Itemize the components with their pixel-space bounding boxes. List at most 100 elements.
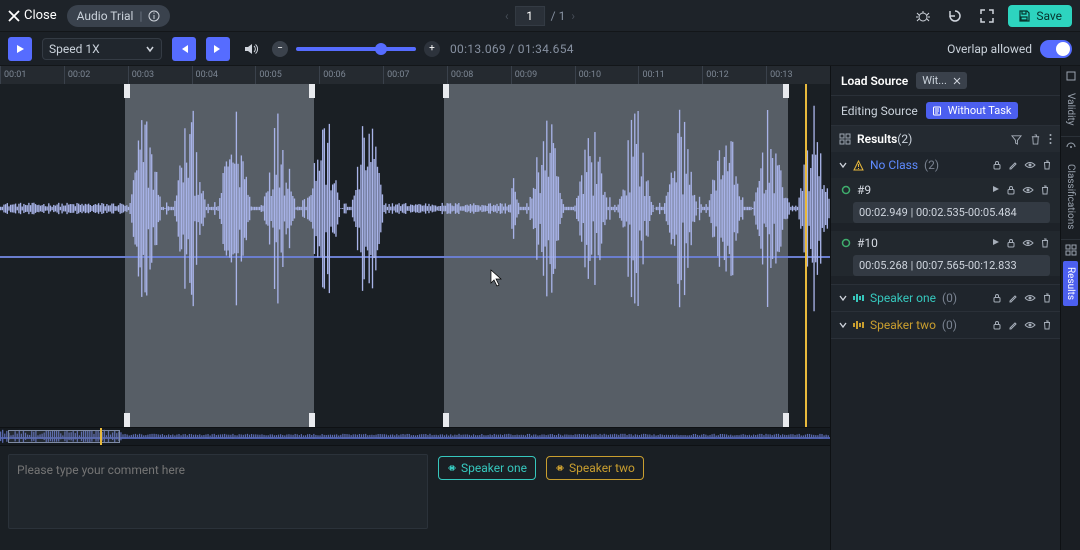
trash-icon[interactable]: [1042, 160, 1052, 170]
region-handle[interactable]: [783, 413, 789, 427]
ruler-tick: 00:01: [0, 66, 64, 84]
ruler-tick: 00:08: [447, 66, 511, 84]
results-title: Results: [857, 132, 897, 146]
sidetab-icon[interactable]: [1065, 70, 1077, 82]
comment-input[interactable]: [8, 454, 428, 529]
trash-icon[interactable]: [1040, 185, 1050, 195]
playhead[interactable]: [805, 84, 807, 427]
ruler-tick: 00:05: [255, 66, 319, 84]
results-count: (2): [897, 132, 912, 146]
more-icon[interactable]: [1049, 133, 1052, 145]
close-button[interactable]: Close: [8, 8, 57, 23]
lock-icon[interactable]: [992, 293, 1002, 303]
region-handle[interactable]: [309, 413, 315, 427]
zoom-slider[interactable]: − +: [272, 41, 440, 57]
trash-icon[interactable]: [1042, 320, 1052, 330]
info-icon: [148, 10, 160, 22]
overview-wave: [0, 428, 830, 445]
eye-icon[interactable]: [1024, 293, 1036, 303]
play-button[interactable]: [8, 37, 32, 61]
result-item[interactable]: #1000:05.268 | 00:07.565-00:12.833: [831, 231, 1060, 276]
project-title: Audio Trial: [77, 9, 134, 23]
edit-icon[interactable]: [1008, 293, 1018, 303]
page-next-icon[interactable]: ›: [571, 9, 575, 23]
load-source-label: Load Source: [841, 74, 908, 88]
group-header[interactable]: No Class(2): [831, 152, 1060, 178]
fullscreen-icon[interactable]: [976, 5, 998, 27]
lock-icon[interactable]: [992, 160, 1002, 170]
lock-icon[interactable]: [1006, 238, 1016, 248]
result-item[interactable]: #900:02.949 | 00:02.535-00:05.484: [831, 178, 1060, 223]
wave-icon: [555, 463, 565, 473]
editing-source-chip[interactable]: Without Task: [926, 102, 1018, 119]
trash-icon[interactable]: [1042, 293, 1052, 303]
load-source-chip[interactable]: Wit...: [916, 72, 967, 89]
group-header[interactable]: Speaker two(0): [831, 312, 1060, 338]
ruler-tick: 00:10: [575, 66, 639, 84]
skip-forward-button[interactable]: [206, 37, 230, 61]
overview-track[interactable]: [0, 427, 830, 445]
top-bar: Close Audio Trial | ‹ 1 / 1 › Save: [0, 0, 1080, 32]
bug-icon[interactable]: [912, 5, 934, 27]
zoom-track[interactable]: [296, 47, 416, 51]
project-title-pill[interactable]: Audio Trial |: [67, 5, 171, 27]
zoom-out-button[interactable]: −: [272, 41, 288, 57]
trash-icon[interactable]: [1030, 134, 1041, 145]
filter-icon[interactable]: [1011, 134, 1022, 145]
save-label: Save: [1036, 9, 1062, 23]
overview-cursor[interactable]: [100, 428, 102, 445]
eye-icon[interactable]: [1022, 238, 1034, 248]
editing-source-row: Editing Source Without Task: [831, 96, 1060, 126]
edit-icon[interactable]: [1008, 160, 1018, 170]
eye-icon[interactable]: [1024, 320, 1036, 330]
ruler-tick: 00:07: [383, 66, 447, 84]
save-button[interactable]: Save: [1008, 5, 1072, 27]
sidetab-icon[interactable]: [1065, 141, 1077, 153]
eye-icon[interactable]: [1024, 160, 1036, 170]
bottom-panel: Speaker one Speaker two: [0, 445, 830, 550]
sidetab[interactable]: Validity: [1063, 87, 1078, 132]
lock-icon[interactable]: [992, 320, 1002, 330]
player-bar: Speed 1X − + 00:13.069 / 01:34.654 Overl…: [0, 32, 1080, 66]
region-handle[interactable]: [443, 84, 449, 98]
time-total: 01:34.654: [518, 42, 574, 56]
class-tag[interactable]: Speaker two: [546, 456, 644, 480]
eye-icon[interactable]: [1022, 185, 1034, 195]
play-icon[interactable]: [992, 185, 1000, 195]
region-handle[interactable]: [124, 84, 130, 98]
zoom-in-button[interactable]: +: [424, 41, 440, 57]
volume-icon[interactable]: [240, 38, 262, 60]
item-time: 00:05.268 | 00:07.565-00:12.833: [853, 255, 1050, 276]
region-handle[interactable]: [783, 84, 789, 98]
edit-icon[interactable]: [1008, 320, 1018, 330]
zoom-handle[interactable]: [375, 43, 387, 55]
page-prev-icon[interactable]: ‹: [505, 9, 509, 23]
speed-select[interactable]: Speed 1X: [42, 38, 162, 60]
time-display: 00:13.069 / 01:34.654: [450, 42, 574, 56]
lock-icon[interactable]: [1006, 185, 1016, 195]
waveform-area[interactable]: [0, 84, 830, 427]
results-groups: No Class(2)#900:02.949 | 00:02.535-00:05…: [831, 152, 1060, 339]
sidetab[interactable]: Results: [1063, 261, 1078, 306]
class-tag[interactable]: Speaker one: [438, 456, 536, 480]
cursor-icon: [490, 269, 504, 287]
region-handle[interactable]: [443, 413, 449, 427]
close-icon[interactable]: [953, 77, 961, 85]
editing-source-label: Editing Source: [841, 104, 918, 118]
overlap-label: Overlap allowed: [947, 42, 1032, 56]
overlap-toggle[interactable]: [1040, 40, 1072, 58]
page-number-input[interactable]: 1: [515, 6, 545, 26]
play-icon[interactable]: [992, 238, 1000, 248]
region-handle[interactable]: [124, 413, 130, 427]
time-ruler[interactable]: 00:0100:0200:0300:0400:0500:0600:0700:08…: [0, 66, 830, 84]
redo-icon[interactable]: [944, 5, 966, 27]
overview-window[interactable]: [8, 430, 120, 443]
close-label: Close: [24, 8, 57, 23]
group-header[interactable]: Speaker one(0): [831, 285, 1060, 311]
region-handle[interactable]: [309, 84, 315, 98]
sidetab[interactable]: Classifications: [1063, 158, 1078, 235]
ruler-tick: 00:09: [511, 66, 575, 84]
sidetab-icon[interactable]: [1065, 244, 1077, 256]
skip-back-button[interactable]: [172, 37, 196, 61]
trash-icon[interactable]: [1040, 238, 1050, 248]
